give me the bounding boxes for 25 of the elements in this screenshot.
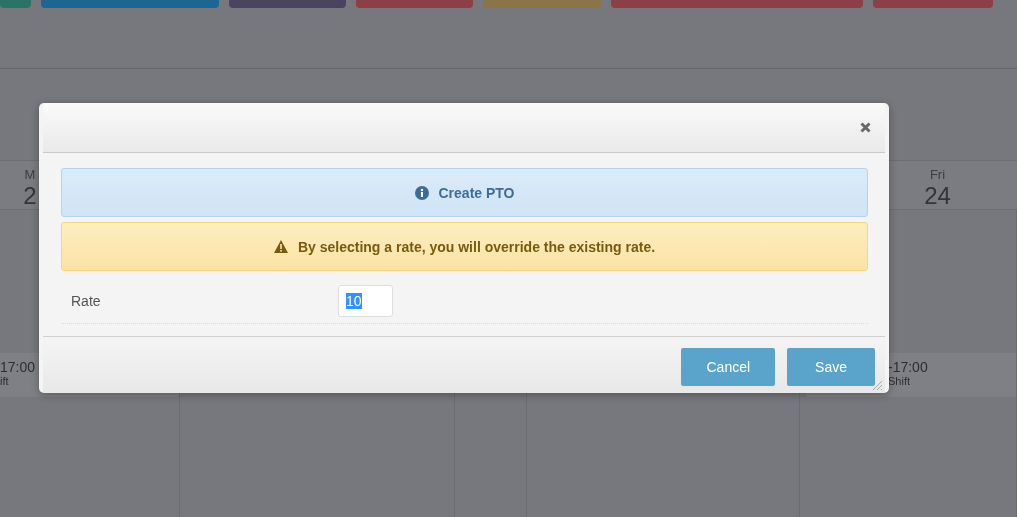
color-button[interactable] xyxy=(41,0,219,8)
color-button[interactable] xyxy=(0,0,31,8)
save-button[interactable]: Save xyxy=(787,348,875,386)
close-icon[interactable] xyxy=(860,122,871,133)
alert-text: Create PTO xyxy=(438,184,515,201)
weekday-label: M xyxy=(24,167,36,182)
info-icon xyxy=(414,185,429,200)
weekday-label: Fri xyxy=(929,167,946,182)
color-button[interactable] xyxy=(611,0,863,8)
shift-label: Shift xyxy=(888,375,911,387)
color-button[interactable] xyxy=(483,0,601,8)
color-button[interactable] xyxy=(356,0,473,8)
rate-field[interactable]: 10 xyxy=(338,285,393,317)
day-number: 2 xyxy=(23,182,37,210)
field-label: Rate xyxy=(70,293,102,309)
cancel-button[interactable]: Cancel xyxy=(681,348,776,386)
color-button[interactable] xyxy=(873,0,993,8)
shift-label: ift xyxy=(0,375,10,387)
alert-text: By selecting a rate, you will override the existing rate. xyxy=(297,238,656,255)
resize-grip-icon[interactable] xyxy=(871,379,883,391)
color-button[interactable] xyxy=(229,0,346,8)
day-number: 24 xyxy=(924,182,951,210)
shift-time: 17:00 xyxy=(0,359,37,375)
warning-icon xyxy=(273,240,288,253)
shift-time: -17:00 xyxy=(888,359,929,375)
